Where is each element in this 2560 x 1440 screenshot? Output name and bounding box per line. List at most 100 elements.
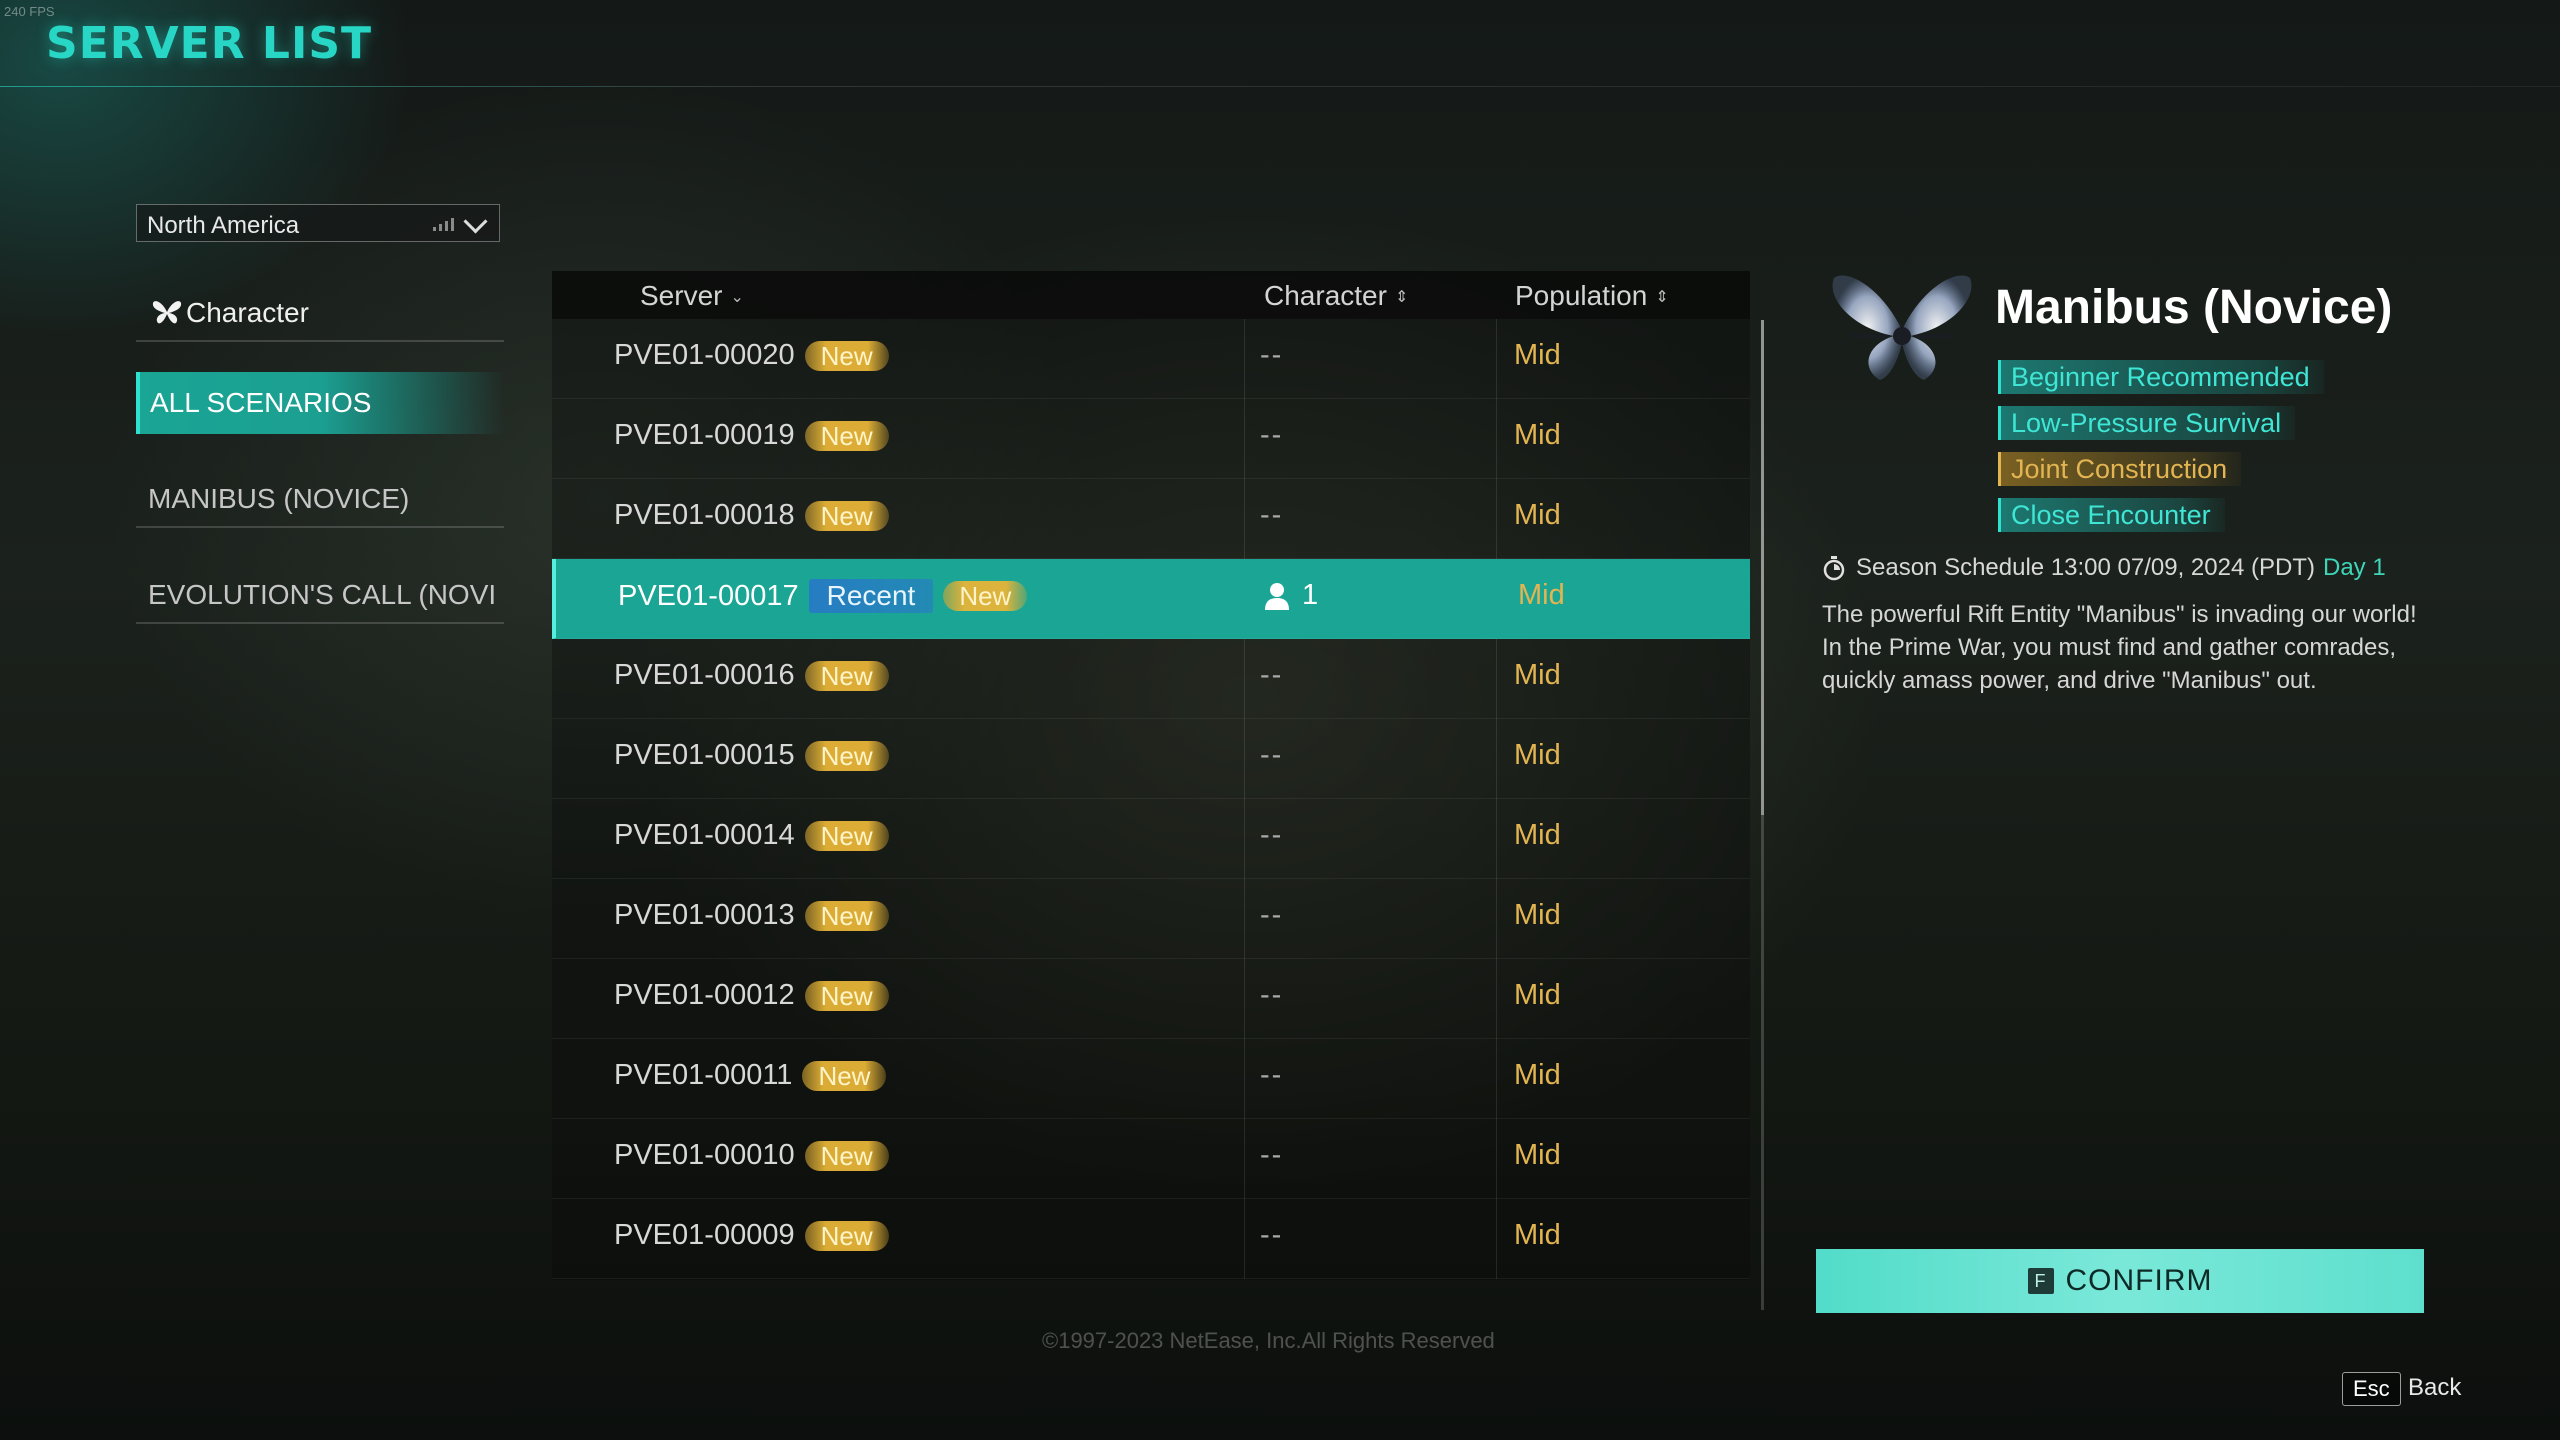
back-button[interactable]: Back (2408, 1374, 2461, 1402)
population-cell: Mid (1514, 819, 1561, 851)
scenario-tag: Close Encounter (1998, 498, 2225, 532)
new-badge: New (804, 1220, 889, 1251)
new-badge: New (804, 900, 889, 931)
region-dropdown[interactable]: North America (136, 204, 500, 242)
new-badge: New (804, 1140, 889, 1171)
table-row[interactable]: PVE01-00013 New -- Mid (552, 879, 1750, 959)
server-table: Server ⌄ Character ⇕ Population ⇕ PVE01-000… (552, 271, 1750, 1280)
new-badge: New (804, 340, 889, 371)
table-row-selected[interactable]: PVE01-00017 Recent New 1 Mid (552, 559, 1750, 639)
person-icon (1265, 582, 1289, 610)
column-header-population[interactable]: Population ⇕ (1515, 280, 1669, 312)
population-cell: Mid (1514, 339, 1561, 371)
sort-icon: ⇕ (1394, 289, 1409, 306)
population-cell: Mid (1514, 499, 1561, 531)
character-count-cell: -- (1260, 1059, 1283, 1092)
character-count: -- (1260, 1139, 1284, 1171)
population-cell: Mid (1514, 899, 1561, 931)
character-filter-label: Character (186, 297, 309, 328)
table-row[interactable]: PVE01-00011 New -- Mid (552, 1039, 1750, 1119)
server-name-cell: PVE01-00016 New (614, 659, 889, 692)
character-count-cell: -- (1260, 979, 1283, 1012)
season-schedule: Season Schedule 13:00 07/09, 2024 (PDT) … (1822, 554, 2386, 582)
character-count-cell: -- (1260, 1219, 1283, 1252)
character-filter[interactable]: Character (136, 284, 504, 342)
character-count-cell: -- (1260, 899, 1283, 932)
server-name-cell: PVE01-00013 New (614, 899, 889, 932)
server-name-cell: PVE01-00017 Recent New (618, 579, 1028, 613)
season-schedule-text: Season Schedule 13:00 07/09, 2024 (PDT) (1856, 554, 2315, 581)
winged-emblem-icon (1832, 275, 1972, 380)
column-header-population-label: Population (1515, 280, 1648, 311)
server-name: PVE01-00013 (614, 899, 795, 931)
new-badge: New (804, 660, 889, 691)
confirm-label: CONFIRM (2065, 1264, 2213, 1297)
character-count: -- (1260, 819, 1284, 851)
character-count-cell: 1 (1264, 579, 1318, 612)
population-cell: Mid (1518, 579, 1565, 611)
population-cell: Mid (1514, 979, 1561, 1011)
population-cell: Mid (1514, 419, 1561, 451)
new-badge: New (802, 1060, 887, 1091)
server-name-cell: PVE01-00012 New (614, 979, 889, 1012)
table-row[interactable]: PVE01-00018 New -- Mid (552, 479, 1750, 559)
character-count-cell: -- (1260, 499, 1283, 532)
table-header: Server ⌄ Character ⇕ Population ⇕ (552, 271, 1750, 319)
recent-badge: Recent (808, 579, 934, 613)
server-name: PVE01-00019 (614, 419, 795, 451)
scenario-tag: Beginner Recommended (1998, 360, 2324, 394)
page-title: SERVER LIST (46, 18, 373, 69)
character-count-cell: -- (1260, 419, 1283, 452)
new-badge: New (804, 820, 889, 851)
scrollbar-thumb[interactable] (1761, 320, 1764, 815)
table-row[interactable]: PVE01-00015 New -- Mid (552, 719, 1750, 799)
scenario-tag: Low-Pressure Survival (1998, 406, 2296, 440)
character-count: -- (1260, 659, 1284, 691)
nav-item-all-scenarios[interactable]: ALL SCENARIOS (136, 372, 504, 434)
character-count-cell: -- (1260, 1139, 1283, 1172)
sort-icon: ⇕ (1655, 289, 1669, 306)
new-badge: New (804, 500, 889, 531)
table-row[interactable]: PVE01-00012 New -- Mid (552, 959, 1750, 1039)
character-count: -- (1260, 739, 1284, 771)
server-name: PVE01-00020 (614, 339, 795, 371)
server-name-cell: PVE01-00011 New (614, 1059, 887, 1092)
esc-key-hint[interactable]: Esc (2342, 1372, 2401, 1406)
table-row[interactable]: PVE01-00016 New -- Mid (552, 639, 1750, 719)
scenario-title: Manibus (Novice) (1995, 281, 2393, 334)
table-row[interactable]: PVE01-00019 New -- Mid (552, 399, 1750, 479)
nav-item-manibus-novice[interactable]: MANIBUS (NOVICE) (136, 470, 504, 528)
population-cell: Mid (1514, 739, 1561, 771)
character-count: -- (1260, 899, 1284, 931)
column-header-character[interactable]: Character ⇕ (1264, 280, 1408, 312)
population-cell: Mid (1514, 1059, 1561, 1091)
server-name-cell: PVE01-00020 New (614, 339, 889, 372)
server-name: PVE01-00012 (614, 979, 795, 1011)
copyright-text: ©1997-2023 NetEase, Inc.All Rights Reser… (1042, 1328, 1495, 1353)
character-count: 1 (1302, 579, 1319, 611)
character-count-cell: -- (1260, 339, 1283, 372)
new-badge: New (804, 740, 889, 771)
header-divider (0, 86, 2560, 87)
nav-item-evolutions-call[interactable]: EVOLUTION'S CALL (NOVI (136, 566, 504, 624)
server-name: PVE01-00010 (614, 1139, 795, 1171)
server-name-cell: PVE01-00010 New (614, 1139, 889, 1172)
signal-bars-icon (433, 217, 455, 231)
table-row[interactable]: PVE01-00010 New -- Mid (552, 1119, 1750, 1199)
character-count-cell: -- (1260, 819, 1283, 852)
table-row[interactable]: PVE01-00009 New -- Mid (552, 1199, 1750, 1279)
character-count: -- (1260, 1059, 1284, 1091)
server-name: PVE01-00011 (614, 1059, 793, 1091)
chevron-down-icon: ⌄ (730, 289, 744, 306)
table-row[interactable]: PVE01-00020 New -- Mid (552, 319, 1750, 399)
server-name: PVE01-00014 (614, 819, 795, 851)
scenario-tag: Joint Construction (1998, 452, 2242, 486)
confirm-button[interactable]: F CONFIRM (1816, 1249, 2424, 1313)
column-header-server[interactable]: Server ⌄ (640, 280, 744, 312)
column-header-server-label: Server (640, 280, 723, 311)
new-badge: New (943, 581, 1028, 611)
table-row[interactable]: PVE01-00014 New -- Mid (552, 799, 1750, 879)
server-name-cell: PVE01-00015 New (614, 739, 889, 772)
chevron-down-icon (463, 209, 488, 234)
population-cell: Mid (1514, 1139, 1561, 1171)
